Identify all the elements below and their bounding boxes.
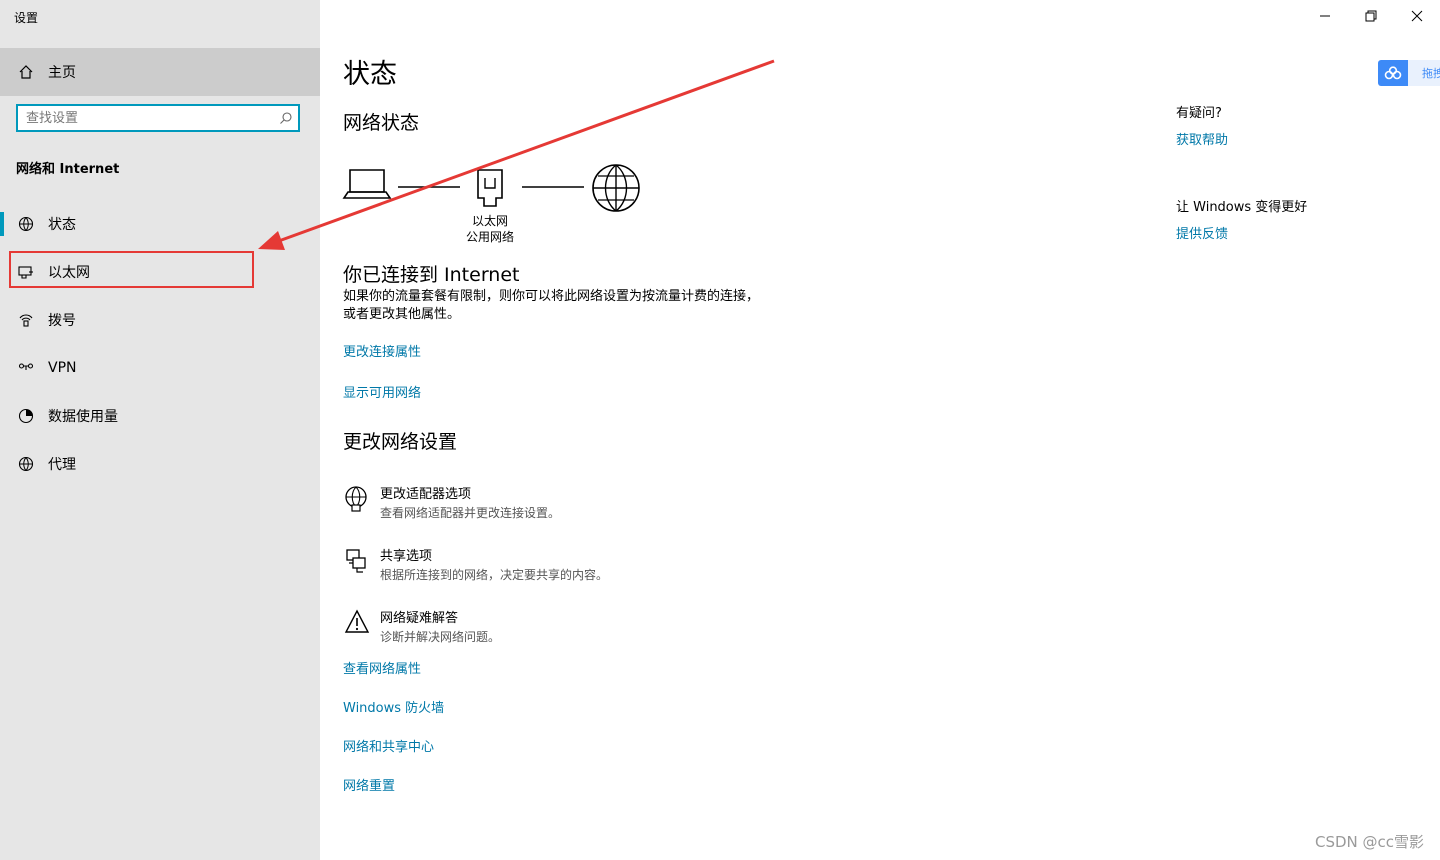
sidebar-home[interactable]: 主页 [0, 48, 320, 96]
dialup-icon [16, 312, 36, 328]
option-description: 诊断并解决网络问题。 [380, 630, 501, 644]
network-status-heading: 网络状态 [343, 112, 420, 134]
sidebar-item-proxy[interactable]: 代理 [0, 440, 320, 488]
network-diagram: 以太网 公用网络 [340, 158, 650, 244]
cloud-icon [1378, 60, 1408, 86]
sidebar-item-label: 拨号 [48, 313, 76, 329]
warning-icon [343, 607, 371, 645]
data-usage-icon [16, 408, 36, 424]
restore-button[interactable] [1348, 0, 1394, 32]
restore-icon [1365, 10, 1377, 22]
option-adapter[interactable]: 更改适配器选项 查看网络适配器并更改连接设置。 [343, 483, 560, 521]
change-network-settings-heading: 更改网络设置 [343, 431, 458, 453]
sidebar-item-status[interactable]: 状态 [0, 200, 320, 248]
change-connection-properties-link[interactable]: 更改连接属性 [343, 341, 421, 360]
search-input[interactable] [18, 109, 274, 127]
option-troubleshoot[interactable]: 网络疑难解答 诊断并解决网络问题。 [343, 607, 500, 645]
help-question: 有疑问? [1176, 106, 1222, 121]
search-box[interactable] [16, 104, 300, 132]
close-icon [1411, 10, 1423, 22]
sidebar: 设置 主页 网络和 Internet 状态 以太网 拨号 VP [0, 0, 320, 860]
adapter-globe-icon [343, 483, 371, 521]
close-button[interactable] [1394, 0, 1440, 32]
give-feedback-link[interactable]: 提供反馈 [1176, 223, 1228, 242]
network-diagram-graphic [342, 164, 640, 212]
adapter-name-label: 以太网 [471, 214, 508, 228]
network-type-label: 公用网络 [465, 230, 514, 244]
app-title: 设置 [14, 11, 39, 25]
sidebar-item-label: 状态 [48, 217, 76, 233]
option-description: 查看网络适配器并更改连接设置。 [380, 506, 561, 520]
network-reset-link[interactable]: 网络重置 [343, 775, 395, 794]
drag-badge[interactable]: 拖拽 [1378, 60, 1440, 86]
search-icon[interactable] [274, 111, 298, 125]
sidebar-item-vpn[interactable]: VPN [0, 344, 320, 392]
minimize-button[interactable] [1302, 0, 1348, 32]
connected-heading: 你已连接到 Internet [343, 264, 520, 286]
page-title: 状态 [343, 59, 397, 90]
option-title: 更改适配器选项 [380, 487, 472, 502]
sharing-icon [343, 545, 371, 583]
watermark: CSDN @cc雪影 [1314, 833, 1424, 851]
network-sharing-center-link[interactable]: 网络和共享中心 [343, 736, 434, 755]
option-description: 根据所连接到的网络，决定要共享的内容。 [380, 568, 609, 582]
windows-firewall-link[interactable]: Windows 防火墙 [343, 697, 444, 716]
sidebar-item-label: 数据使用量 [48, 409, 118, 425]
show-available-networks-link[interactable]: 显示可用网络 [343, 382, 421, 401]
vpn-icon [16, 360, 36, 376]
sidebar-item-data-usage[interactable]: 数据使用量 [0, 392, 320, 440]
connected-description: 如果你的流量套餐有限制，则你可以将此网络设置为按流量计费的连接，或者更改其他属性… [343, 289, 760, 322]
improve-windows-heading: 让 Windows 变得更好 [1176, 200, 1308, 215]
sidebar-item-dialup[interactable]: 拨号 [0, 296, 320, 344]
sidebar-item-label: 代理 [48, 457, 76, 473]
option-sharing[interactable]: 共享选项 根据所连接到的网络，决定要共享的内容。 [343, 545, 608, 583]
get-help-link[interactable]: 获取帮助 [1176, 129, 1228, 148]
section-title: 网络和 Internet [16, 162, 120, 177]
globe-status-icon [16, 216, 36, 232]
option-title: 共享选项 [380, 549, 433, 564]
home-icon [16, 64, 36, 80]
view-network-properties-link[interactable]: 查看网络属性 [343, 658, 421, 677]
home-label: 主页 [48, 65, 76, 81]
badge-text: 拖拽 [1408, 60, 1440, 86]
option-title: 网络疑难解答 [380, 611, 459, 626]
minimize-icon [1320, 15, 1330, 17]
sidebar-item-label: VPN [48, 360, 77, 376]
annotation-highlight-box [9, 251, 254, 288]
globe-icon [16, 456, 36, 472]
